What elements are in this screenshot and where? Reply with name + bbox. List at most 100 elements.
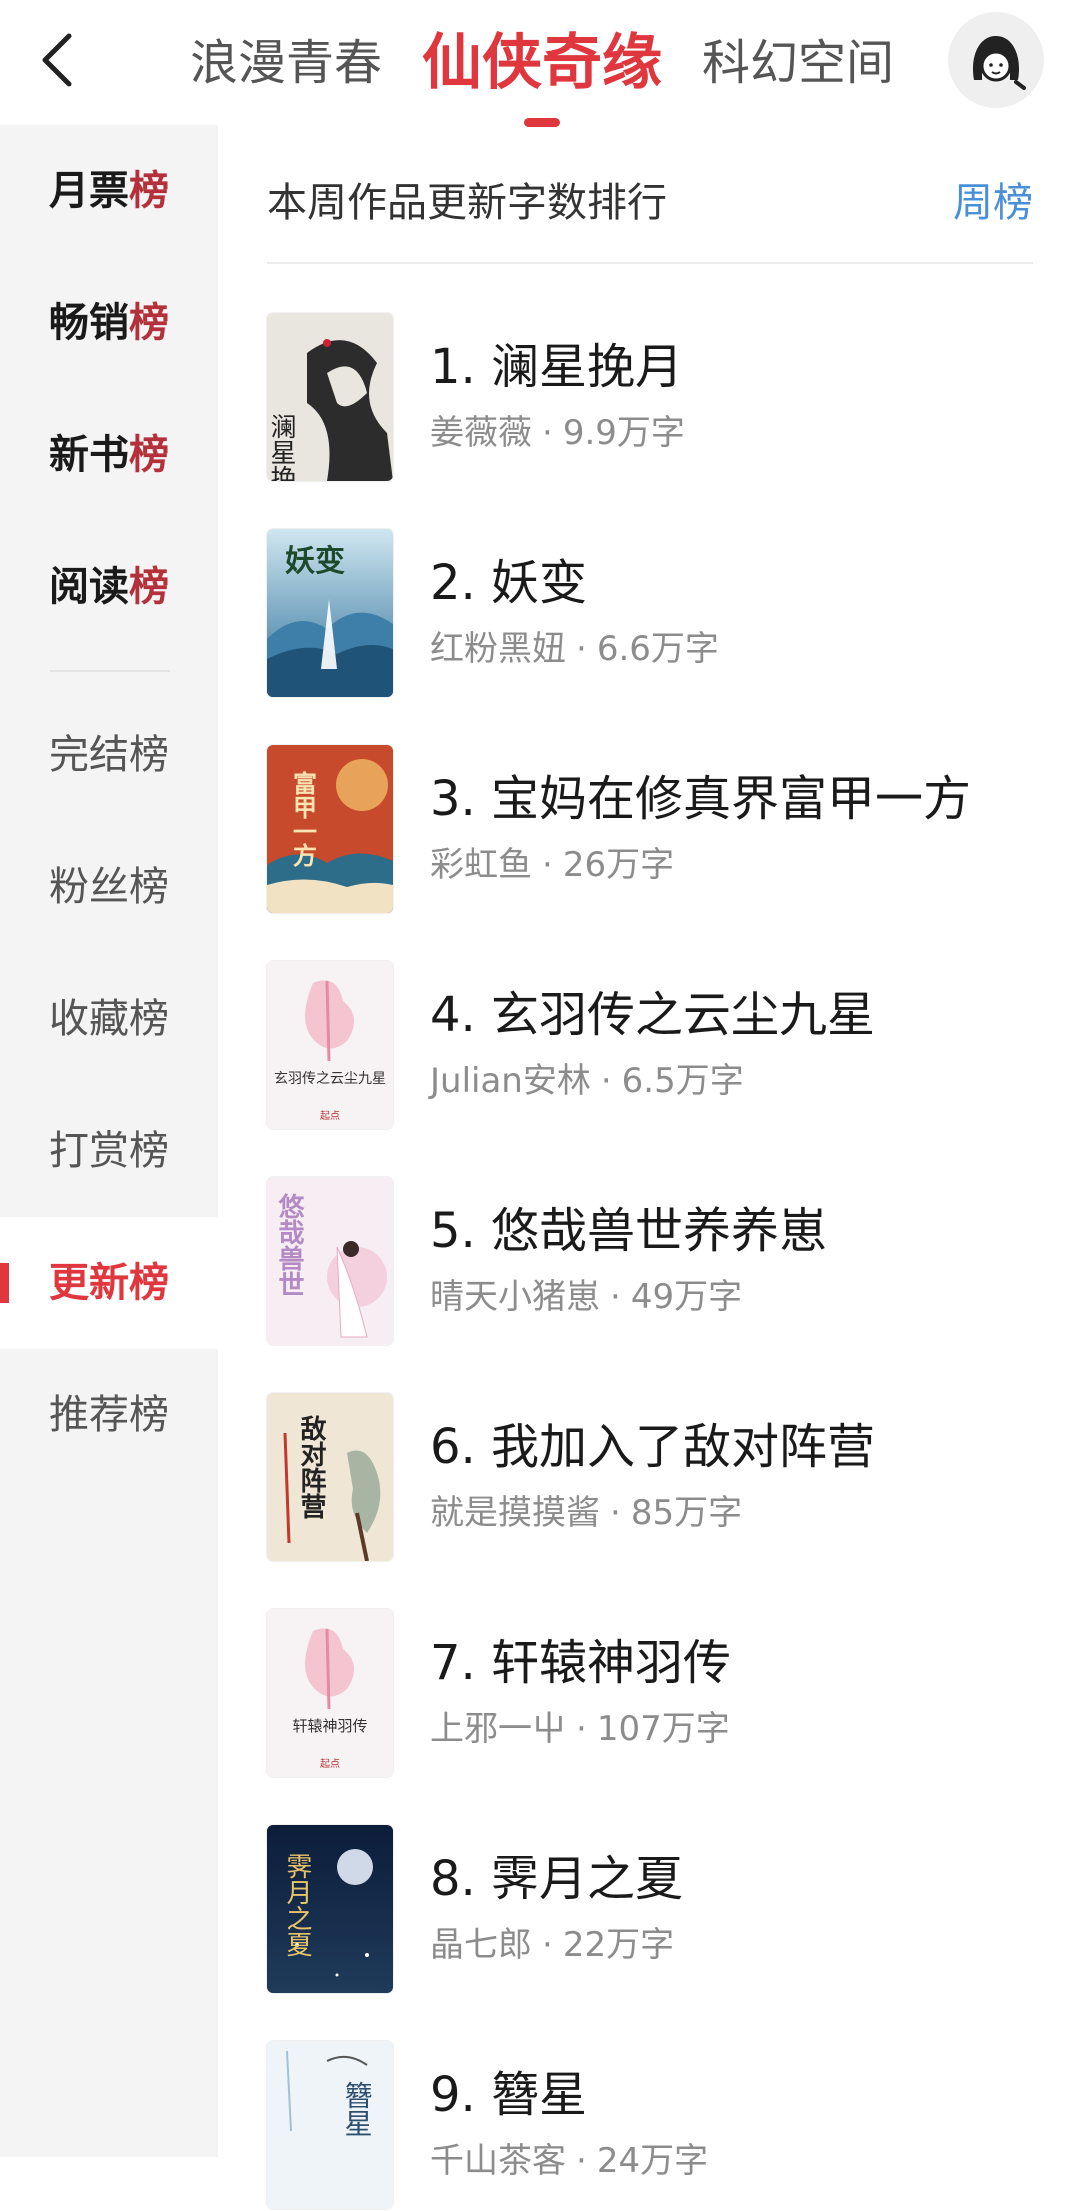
sidebar-item-completed[interactable]: 完结榜	[0, 689, 218, 821]
book-meta: Julian安林 · 6.5万字	[430, 1061, 744, 1101]
sidebar-item-reading[interactable]: 阅读榜	[0, 521, 218, 653]
book-author: 晶七郎	[430, 1925, 532, 1965]
cover-text: 敌对阵营	[296, 1415, 326, 1520]
tab-scifi[interactable]: 科幻空间	[702, 39, 894, 87]
book-item[interactable]: 富甲一方 3. 宝妈在修真界富甲一方 彩虹鱼 · 26万字	[267, 745, 1047, 915]
book-title: 3. 宝妈在修真界富甲一方	[430, 771, 972, 827]
active-marker	[0, 1263, 9, 1303]
cover-text: 妖变	[285, 544, 345, 579]
book-title: 6. 我加入了敌对阵营	[430, 1419, 876, 1475]
book-author: 晴天小猪崽	[430, 1277, 600, 1317]
book-meta: 姜薇薇 · 9.9万字	[430, 413, 685, 453]
sidebar-item-label: 收藏榜	[49, 996, 169, 1042]
cover-text: 霁月之夏	[282, 1853, 312, 1957]
book-item[interactable]: 悠哉兽世 5. 悠哉兽世养养崽 晴天小猪崽 · 49万字	[267, 1177, 1047, 1347]
book-title: 7. 轩辕神羽传	[430, 1635, 732, 1691]
book-author: 彩虹鱼	[430, 845, 532, 885]
cover-text: 簪星	[341, 2081, 374, 2137]
sidebar-item-label: 畅销榜	[49, 300, 169, 346]
book-word-count: 85万字	[630, 1493, 743, 1533]
active-tab-indicator	[524, 117, 561, 127]
book-title: 4. 玄羽传之云尘九星	[430, 987, 876, 1043]
tab-xianxia[interactable]: 仙侠奇缘	[422, 33, 662, 127]
list-divider	[267, 262, 1033, 264]
top-bar: 浪漫青春 仙侠奇缘 科幻空间	[0, 0, 1080, 127]
list-header: 本周作品更新字数排行 周榜	[267, 160, 1033, 230]
sidebar-item-fans[interactable]: 粉丝榜	[0, 821, 218, 953]
book-cover: 妖变	[267, 529, 393, 697]
sidebar-item-label: 月票榜	[49, 168, 169, 214]
category-tabs: 浪漫青春 仙侠奇缘 科幻空间	[190, 0, 934, 127]
sidebar-item-recommended[interactable]: 推荐榜	[0, 1349, 218, 1481]
book-cover: 玄羽传之云尘九星 起点	[267, 961, 393, 1129]
book-item[interactable]: 簪星 9. 簪星 千山茶客 · 24万字	[267, 2041, 1047, 2211]
sidebar-item-favorites[interactable]: 收藏榜	[0, 953, 218, 1085]
sidebar-item-new-books[interactable]: 新书榜	[0, 389, 218, 521]
sidebar-item-monthly-ticket[interactable]: 月票榜	[0, 125, 218, 257]
book-title: 2. 妖变	[430, 555, 588, 611]
book-meta: 红粉黑妞 · 6.6万字	[430, 629, 719, 669]
book-word-count: 107万字	[596, 1709, 730, 1749]
cover-text: 轩辕神羽传	[292, 1717, 367, 1735]
book-title: 9. 簪星	[430, 2067, 588, 2123]
book-meta: 就是摸摸酱 · 85万字	[430, 1493, 743, 1533]
book-author: 就是摸摸酱	[430, 1493, 600, 1533]
book-meta: 晶七郎 · 22万字	[430, 1925, 675, 1965]
cover-text: 富甲一方	[289, 770, 318, 868]
book-word-count: 6.5万字	[621, 1061, 744, 1101]
sidebar-item-label: 新书榜	[49, 432, 169, 478]
back-button[interactable]	[28, 24, 84, 96]
book-word-count: 22万字	[562, 1925, 675, 1965]
tab-xianxia-label: 仙侠奇缘	[422, 27, 663, 98]
book-author: 千山茶客	[430, 2141, 566, 2181]
book-title: 8. 霁月之夏	[430, 1851, 684, 1907]
list-title: 本周作品更新字数排行	[267, 180, 667, 226]
book-cover: 敌对阵营	[267, 1393, 393, 1561]
girl-avatar-icon	[972, 36, 1026, 90]
book-word-count: 6.6万字	[596, 629, 719, 669]
book-item[interactable]: 轩辕神羽传 起点 7. 轩辕神羽传 上邪一屮 · 107万字	[267, 1609, 1047, 1779]
book-meta: 千山茶客 · 24万字	[430, 2141, 709, 2181]
book-item[interactable]: 敌对阵营 6. 我加入了敌对阵营 就是摸摸酱 · 85万字	[267, 1393, 1047, 1563]
book-meta: 晴天小猪崽 · 49万字	[430, 1277, 743, 1317]
book-word-count: 9.9万字	[562, 413, 685, 453]
cover-text: 玄羽传之云尘九星	[274, 1070, 386, 1087]
sidebar-item-label: 更新榜	[49, 1260, 169, 1306]
book-item[interactable]: 妖变 2. 妖变 红粉黑妞 · 6.6万字	[267, 529, 1047, 699]
tab-romance[interactable]: 浪漫青春	[190, 39, 382, 87]
cover-text: 澜星挽月	[267, 413, 296, 481]
sidebar-item-bestseller[interactable]: 畅销榜	[0, 257, 218, 389]
book-title: 5. 悠哉兽世养养崽	[430, 1203, 828, 1259]
cover-logo: 起点	[320, 1758, 340, 1770]
avatar[interactable]	[948, 12, 1044, 108]
book-author: 红粉黑妞	[430, 629, 566, 669]
book-word-count: 49万字	[630, 1277, 743, 1317]
book-cover: 富甲一方	[267, 745, 393, 913]
book-cover: 簪星	[267, 2041, 393, 2209]
sidebar-item-label: 推荐榜	[49, 1392, 169, 1438]
book-meta: 彩虹鱼 · 26万字	[430, 845, 675, 885]
book-title: 1. 澜星挽月	[430, 339, 684, 395]
book-item[interactable]: 霁月之夏 8. 霁月之夏 晶七郎 · 22万字	[267, 1825, 1047, 1995]
chevron-left-icon	[42, 33, 72, 87]
book-word-count: 24万字	[596, 2141, 709, 2181]
sidebar-item-label: 打赏榜	[49, 1128, 169, 1174]
ranking-sidebar: 月票榜 畅销榜 新书榜 阅读榜 完结榜 粉丝榜 收藏榜 打赏榜 更新榜 推荐榜	[0, 125, 218, 2157]
book-cover: 澜星挽月	[267, 313, 393, 481]
period-toggle[interactable]: 周榜	[953, 170, 1033, 228]
book-cover: 霁月之夏	[267, 1825, 393, 1993]
cover-text: 悠哉兽世	[274, 1193, 305, 1297]
book-cover: 轩辕神羽传 起点	[267, 1609, 393, 1777]
sidebar-item-updates[interactable]: 更新榜	[0, 1217, 218, 1349]
sidebar-item-tips[interactable]: 打赏榜	[0, 1085, 218, 1217]
book-author: 姜薇薇	[430, 413, 532, 453]
book-meta: 上邪一屮 · 107万字	[430, 1709, 730, 1749]
sidebar-item-label: 完结榜	[49, 732, 169, 778]
sidebar-item-label: 阅读榜	[49, 564, 169, 610]
book-item[interactable]: 玄羽传之云尘九星 起点 4. 玄羽传之云尘九星 Julian安林 · 6.5万字	[267, 961, 1047, 1131]
book-item[interactable]: 澜星挽月 1. 澜星挽月 姜薇薇 · 9.9万字	[267, 313, 1047, 483]
book-author: 上邪一屮	[430, 1709, 566, 1749]
book-author: Julian安林	[430, 1061, 591, 1101]
book-word-count: 26万字	[562, 845, 675, 885]
book-cover: 悠哉兽世	[267, 1177, 393, 1345]
